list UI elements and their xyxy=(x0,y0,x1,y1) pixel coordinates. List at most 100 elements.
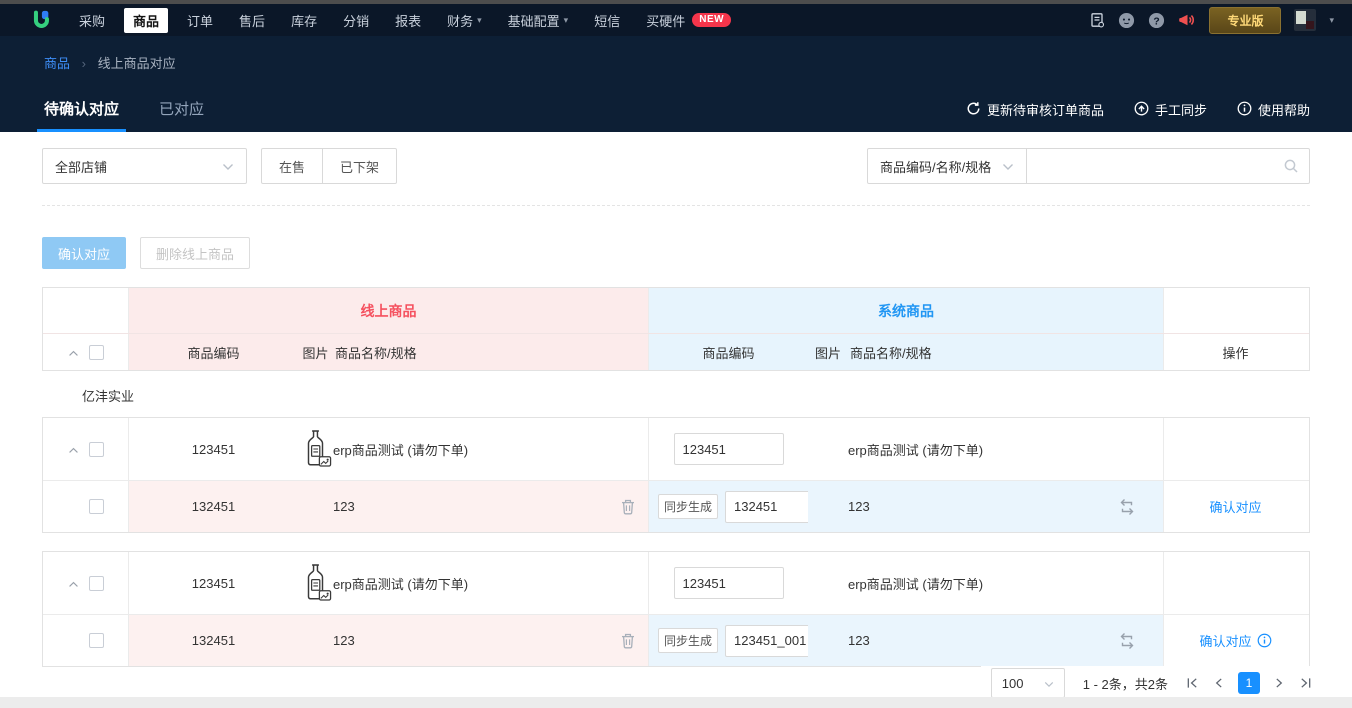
swap-icon[interactable] xyxy=(1117,632,1137,650)
nav-item-distribution[interactable]: 分销 xyxy=(330,7,382,34)
nav-item-aftersale[interactable]: 售后 xyxy=(226,7,278,34)
search-type-select[interactable]: 商品编码/名称/规格 xyxy=(867,148,1027,184)
system-name-value: 123 xyxy=(848,615,1163,666)
table-header: 线上商品 系统商品 商品编码 图片 商品名称/规格 商品编码 图片 商品名称/规… xyxy=(42,287,1310,371)
system-code-input[interactable] xyxy=(674,567,784,599)
nav-item-orders[interactable]: 订单 xyxy=(174,7,226,34)
refresh-pending-orders-link[interactable]: 更新待审核订单商品 xyxy=(966,100,1104,119)
product-group: 123451 erp商品测试 (请勿下单) erp商品测试 (请勿下单) xyxy=(42,551,1310,667)
caret-down-icon: ▾ xyxy=(564,15,569,26)
table-row: 123451 erp商品测试 (请勿下单) erp商品测试 (请勿下单) xyxy=(43,418,1309,480)
confirm-match-link[interactable]: 确认对应 xyxy=(1199,631,1271,650)
nav-item-purchase[interactable]: 采购 xyxy=(66,7,118,34)
confirm-match-link[interactable]: 确认对应 xyxy=(1209,497,1261,516)
last-page-icon[interactable] xyxy=(1299,677,1312,689)
collapse-row-icon[interactable] xyxy=(68,576,79,591)
pagination-bar: 100 1 - 2条，共2条 1 xyxy=(981,666,1312,700)
nav-item-reports[interactable]: 报表 xyxy=(382,7,434,34)
avatar[interactable] xyxy=(1294,9,1316,31)
off-shelf-button[interactable]: 已下架 xyxy=(322,148,397,184)
breadcrumb-current: 线上商品对应 xyxy=(98,56,176,71)
tabs: 待确认对应 已对应 xyxy=(44,98,244,132)
table-subrow: 132451 123 同步生成 123 xyxy=(43,480,1309,532)
table-row: 123451 erp商品测试 (请勿下单) erp商品测试 (请勿下单) xyxy=(43,552,1309,614)
nav-item-config[interactable]: 基础配置▾ xyxy=(495,7,582,34)
upload-circle-icon xyxy=(1134,101,1149,119)
chat-icon[interactable] xyxy=(1118,12,1135,29)
subrow-checkbox[interactable] xyxy=(89,499,104,514)
next-page-icon[interactable] xyxy=(1275,677,1284,689)
svg-text:?: ? xyxy=(1154,16,1160,27)
sync-generate-tag[interactable]: 同步生成 xyxy=(658,494,718,519)
breadcrumb: 商品 › 线上商品对应 xyxy=(0,36,1352,72)
bulk-actions: 确认对应 删除线上商品 xyxy=(0,206,1352,269)
search-icon[interactable] xyxy=(1283,158,1299,177)
pro-version-button[interactable]: 专业版 xyxy=(1209,7,1281,34)
account-caret-down-icon[interactable]: ▾ xyxy=(1329,15,1334,26)
online-pic-header: 图片 xyxy=(298,334,333,370)
caret-down-icon xyxy=(1044,676,1054,691)
on-sale-button[interactable]: 在售 xyxy=(261,148,323,184)
sale-status-toggle: 在售 已下架 xyxy=(261,148,397,184)
system-name-value: 123 xyxy=(848,481,1163,532)
system-name-value: erp商品测试 (请勿下单) xyxy=(848,418,1163,480)
help-circle-icon[interactable]: ? xyxy=(1148,12,1165,29)
select-all-checkbox[interactable] xyxy=(89,345,104,360)
megaphone-icon[interactable] xyxy=(1178,11,1196,29)
report-doc-icon[interactable] xyxy=(1089,12,1105,28)
online-code-value: 132451 xyxy=(128,615,298,666)
delete-online-goods-button[interactable]: 删除线上商品 xyxy=(140,237,250,269)
table-subrow: 132451 123 同步生成 123 xyxy=(43,614,1309,666)
nav-item-inventory[interactable]: 库存 xyxy=(278,7,330,34)
collapse-row-icon[interactable] xyxy=(68,442,79,457)
swap-icon[interactable] xyxy=(1117,498,1137,516)
online-code-value: 132451 xyxy=(128,481,298,532)
trash-icon[interactable] xyxy=(620,498,636,515)
shop-select[interactable]: 全部店铺 xyxy=(42,148,247,184)
sync-generate-tag[interactable]: 同步生成 xyxy=(658,628,718,653)
system-goods-section-header: 系统商品 xyxy=(648,288,1163,333)
prev-page-icon[interactable] xyxy=(1214,677,1223,689)
caret-down-icon: ▾ xyxy=(477,15,482,26)
trash-icon[interactable] xyxy=(620,632,636,649)
row-checkbox[interactable] xyxy=(89,576,104,591)
app-logo-icon[interactable] xyxy=(30,9,52,31)
chevron-down-icon xyxy=(1002,159,1014,174)
online-goods-section-header: 线上商品 xyxy=(128,288,648,333)
nav-right-cluster: ? 专业版 ▾ xyxy=(1089,7,1334,34)
search-input[interactable] xyxy=(1026,148,1310,184)
bottle-icon xyxy=(298,562,333,604)
breadcrumb-separator: › xyxy=(82,56,86,71)
pager-controls: 1 xyxy=(1186,672,1312,694)
new-badge: NEW xyxy=(692,13,731,27)
system-pic-header: 图片 xyxy=(808,334,848,370)
shop-name: 亿沣实业 xyxy=(42,371,1310,417)
online-name-value: erp商品测试 (请勿下单) xyxy=(333,552,648,614)
nav-item-hardware[interactable]: 买硬件NEW xyxy=(633,7,744,34)
subrow-checkbox[interactable] xyxy=(89,633,104,648)
nav-item-goods[interactable]: 商品 xyxy=(124,8,168,33)
current-page-button[interactable]: 1 xyxy=(1238,672,1260,694)
system-code-input[interactable] xyxy=(674,433,784,465)
page-size-select[interactable]: 100 xyxy=(991,668,1065,698)
system-code-header: 商品编码 xyxy=(648,334,808,370)
row-checkbox[interactable] xyxy=(89,442,104,457)
collapse-all-icon[interactable] xyxy=(68,345,79,360)
bottle-icon xyxy=(298,428,333,470)
online-name-value: 123 xyxy=(333,615,648,666)
tab-pending-match[interactable]: 待确认对应 xyxy=(44,98,119,132)
info-circle-icon[interactable] xyxy=(1257,633,1272,648)
system-name-value: erp商品测试 (请勿下单) xyxy=(848,552,1163,614)
nav-item-finance[interactable]: 财务▾ xyxy=(434,7,495,34)
tab-matched[interactable]: 已对应 xyxy=(159,98,204,132)
breadcrumb-root[interactable]: 商品 xyxy=(44,56,70,71)
online-code-header: 商品编码 xyxy=(128,334,298,370)
nav-item-sms[interactable]: 短信 xyxy=(581,7,633,34)
nav-menu: 采购 商品 订单 售后 库存 分销 报表 财务▾ 基础配置▾ 短信 买硬件NEW xyxy=(66,7,744,34)
usage-help-link[interactable]: 使用帮助 xyxy=(1237,100,1310,119)
confirm-match-button[interactable]: 确认对应 xyxy=(42,237,126,269)
system-name-header: 商品名称/规格 xyxy=(848,334,1163,370)
manual-sync-link[interactable]: 手工同步 xyxy=(1134,100,1207,119)
first-page-icon[interactable] xyxy=(1186,677,1199,689)
match-table: 线上商品 系统商品 商品编码 图片 商品名称/规格 商品编码 图片 商品名称/规… xyxy=(42,287,1310,667)
